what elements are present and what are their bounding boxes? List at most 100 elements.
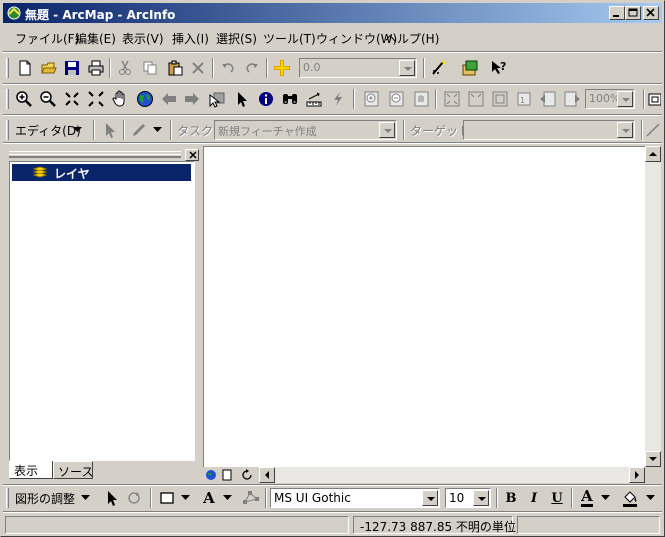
- full-extent-button[interactable]: [134, 88, 156, 110]
- combo-arrow[interactable]: [379, 122, 395, 138]
- rectangle-tool-button[interactable]: [156, 487, 178, 509]
- layout-zoom-combo[interactable]: 100%: [585, 89, 635, 109]
- task-combo[interactable]: 新規フィーチャ作成: [214, 120, 397, 140]
- redo-button[interactable]: [241, 57, 263, 79]
- italic-button[interactable]: I: [523, 487, 545, 509]
- zoom-100-button[interactable]: 1: [513, 88, 535, 110]
- select-elements-draw-button[interactable]: [101, 487, 123, 509]
- edit-tool-button[interactable]: [99, 119, 121, 141]
- scroll-down-button[interactable]: [645, 451, 661, 467]
- menu-tools[interactable]: ツール(T): [263, 30, 316, 47]
- toolbar-grip[interactable]: [6, 58, 9, 78]
- menu-view[interactable]: 表示(V): [122, 30, 164, 47]
- layout-view-button[interactable]: [221, 469, 234, 481]
- layout-fixed-zoom-in-button[interactable]: [441, 88, 463, 110]
- toolbar-grip[interactable]: [6, 488, 9, 508]
- chevron-down-icon[interactable]: [601, 495, 610, 500]
- tab-source[interactable]: ソース: [53, 461, 93, 479]
- menu-help[interactable]: ヘルプ(H): [385, 30, 439, 47]
- zoom-whole-page-button[interactable]: [489, 88, 511, 110]
- menu-insert[interactable]: 挿入(I): [172, 30, 209, 47]
- close-button[interactable]: [643, 6, 659, 20]
- new-document-button[interactable]: [14, 57, 36, 79]
- chevron-down-icon[interactable]: [81, 495, 90, 500]
- chevron-down-icon[interactable]: [223, 495, 232, 500]
- open-button[interactable]: [38, 57, 60, 79]
- chevron-down-icon[interactable]: [181, 495, 190, 500]
- drawing-menu-label[interactable]: 図形の調整: [15, 490, 75, 507]
- menu-select[interactable]: 選択(S): [216, 30, 257, 47]
- scroll-right-button[interactable]: [629, 467, 645, 483]
- bold-button[interactable]: B: [500, 487, 522, 509]
- layout-fixed-zoom-out-button[interactable]: [465, 88, 487, 110]
- layout-pan-button[interactable]: [411, 88, 433, 110]
- undo-button[interactable]: [217, 57, 239, 79]
- delete-button[interactable]: [187, 57, 209, 79]
- font-size-combo[interactable]: 10: [445, 488, 491, 508]
- toggle-draft-mode-button[interactable]: [647, 88, 661, 110]
- find-button[interactable]: [279, 88, 301, 110]
- layout-back-extent-button[interactable]: [537, 88, 559, 110]
- fill-color-button[interactable]: [619, 487, 641, 509]
- zoom-in-button[interactable]: [13, 88, 35, 110]
- paste-button[interactable]: [164, 57, 186, 79]
- select-elements-button[interactable]: [231, 88, 253, 110]
- text-tool-button[interactable]: A: [198, 487, 220, 509]
- cut-button[interactable]: [114, 57, 136, 79]
- edit-vertices-button[interactable]: [240, 487, 262, 509]
- layout-zoom-in-button[interactable]: [361, 88, 383, 110]
- target-combo[interactable]: [463, 120, 635, 140]
- toolbar-grip[interactable]: [6, 120, 9, 140]
- data-view-button[interactable]: [205, 469, 218, 481]
- toc-dock-grip[interactable]: [9, 154, 181, 158]
- attributes-button[interactable]: [645, 119, 661, 141]
- maximize-button[interactable]: [625, 6, 641, 20]
- horizontal-scrollbar[interactable]: [259, 467, 645, 483]
- fixed-zoom-out-button[interactable]: [85, 88, 107, 110]
- print-button[interactable]: [85, 57, 107, 79]
- rotate-button[interactable]: [123, 487, 145, 509]
- chevron-down-icon[interactable]: [73, 127, 82, 132]
- whats-this-button[interactable]: ?: [488, 57, 510, 79]
- scroll-up-button[interactable]: [645, 146, 661, 162]
- pan-button[interactable]: [109, 88, 131, 110]
- layout-zoom-out-button[interactable]: [386, 88, 408, 110]
- map-display[interactable]: [203, 146, 645, 467]
- go-back-extent-button[interactable]: [158, 88, 180, 110]
- identify-button[interactable]: [255, 88, 277, 110]
- map-scale-combo[interactable]: 0.0: [299, 58, 417, 78]
- combo-arrow[interactable]: [473, 490, 489, 506]
- editor-menu-label[interactable]: エディタ(D): [15, 122, 81, 139]
- minimize-button[interactable]: [609, 6, 625, 20]
- menu-edit[interactable]: 編集(E): [75, 30, 116, 47]
- toolbar-grip[interactable]: [6, 89, 9, 109]
- refresh-view-button[interactable]: [241, 469, 254, 481]
- tab-display[interactable]: 表示: [9, 461, 53, 479]
- hyperlink-button[interactable]: [327, 88, 349, 110]
- font-color-button[interactable]: A: [576, 487, 598, 509]
- combo-arrow[interactable]: [617, 122, 633, 138]
- scroll-left-button[interactable]: [259, 467, 275, 483]
- layer-row[interactable]: レイヤ: [12, 164, 191, 181]
- combo-arrow[interactable]: [617, 91, 633, 107]
- editor-toolbar-button[interactable]: [428, 57, 450, 79]
- chevron-down-icon[interactable]: [646, 495, 655, 500]
- copy-button[interactable]: [139, 57, 161, 79]
- vertical-scrollbar[interactable]: [645, 146, 661, 467]
- title-bar[interactable]: 無題 - ArcMap - ArcInfo: [3, 3, 662, 23]
- underline-button[interactable]: U: [546, 487, 568, 509]
- combo-arrow[interactable]: [422, 490, 438, 506]
- layout-forward-extent-button[interactable]: [561, 88, 583, 110]
- combo-arrow[interactable]: [399, 60, 415, 76]
- zoom-out-button[interactable]: [37, 88, 59, 110]
- arccatalog-button[interactable]: [459, 57, 481, 79]
- menu-file[interactable]: ファイル(F): [15, 30, 79, 47]
- toc-close-button[interactable]: [185, 149, 199, 161]
- go-forward-extent-button[interactable]: [181, 88, 203, 110]
- font-name-combo[interactable]: MS UI Gothic: [270, 488, 440, 508]
- save-button[interactable]: [61, 57, 83, 79]
- table-of-contents[interactable]: レイヤ: [9, 161, 195, 461]
- chevron-down-icon[interactable]: [153, 127, 162, 132]
- add-data-button[interactable]: [271, 57, 293, 79]
- fixed-zoom-in-button[interactable]: [61, 88, 83, 110]
